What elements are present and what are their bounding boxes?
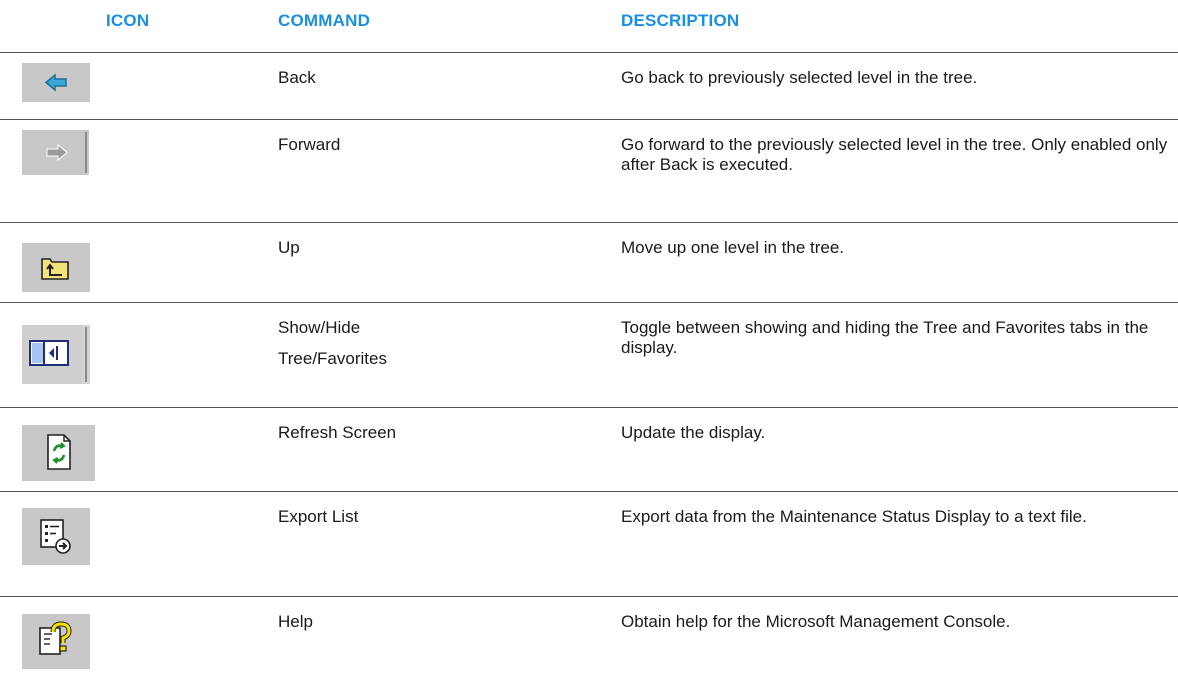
forward-arrow-icon xyxy=(22,130,89,175)
row-divider xyxy=(0,491,1178,492)
header-divider xyxy=(0,52,1178,53)
command-description: Toggle between showing and hiding the Tr… xyxy=(621,318,1149,357)
column-header-command: COMMAND xyxy=(278,11,371,30)
command-name: Back xyxy=(278,68,316,87)
command-description: Go forward to the previously selected le… xyxy=(621,135,1168,174)
command-description: Go back to previously selected level in … xyxy=(621,68,978,87)
show-hide-tree-icon xyxy=(22,325,90,384)
row-divider xyxy=(0,119,1178,120)
command-name: Show/Hide Tree/Favorites xyxy=(278,318,387,369)
column-header-icon: ICON xyxy=(106,11,150,30)
command-name: Refresh Screen xyxy=(278,423,397,442)
command-description: Move up one level in the tree. xyxy=(621,238,845,257)
row-divider xyxy=(0,596,1178,597)
command-description: Obtain help for the Microsoft Management… xyxy=(621,612,1011,631)
command-name-line1: Show/Hide xyxy=(278,318,361,337)
command-name-line2: Tree/Favorites xyxy=(278,349,387,368)
command-description: Export data from the Maintenance Status … xyxy=(621,507,1087,526)
back-arrow-icon xyxy=(22,63,90,102)
command-name: Up xyxy=(278,238,300,257)
export-list-icon xyxy=(22,508,90,565)
row-divider xyxy=(0,302,1178,303)
up-folder-icon xyxy=(22,243,90,292)
refresh-icon xyxy=(22,425,95,481)
help-icon xyxy=(22,614,90,669)
command-name: Export List xyxy=(278,507,359,526)
command-description: Update the display. xyxy=(621,423,766,442)
row-divider xyxy=(0,222,1178,223)
command-name: Forward xyxy=(278,135,341,154)
column-header-description: DESCRIPTION xyxy=(621,11,740,30)
row-divider xyxy=(0,407,1178,408)
command-name: Help xyxy=(278,612,313,631)
